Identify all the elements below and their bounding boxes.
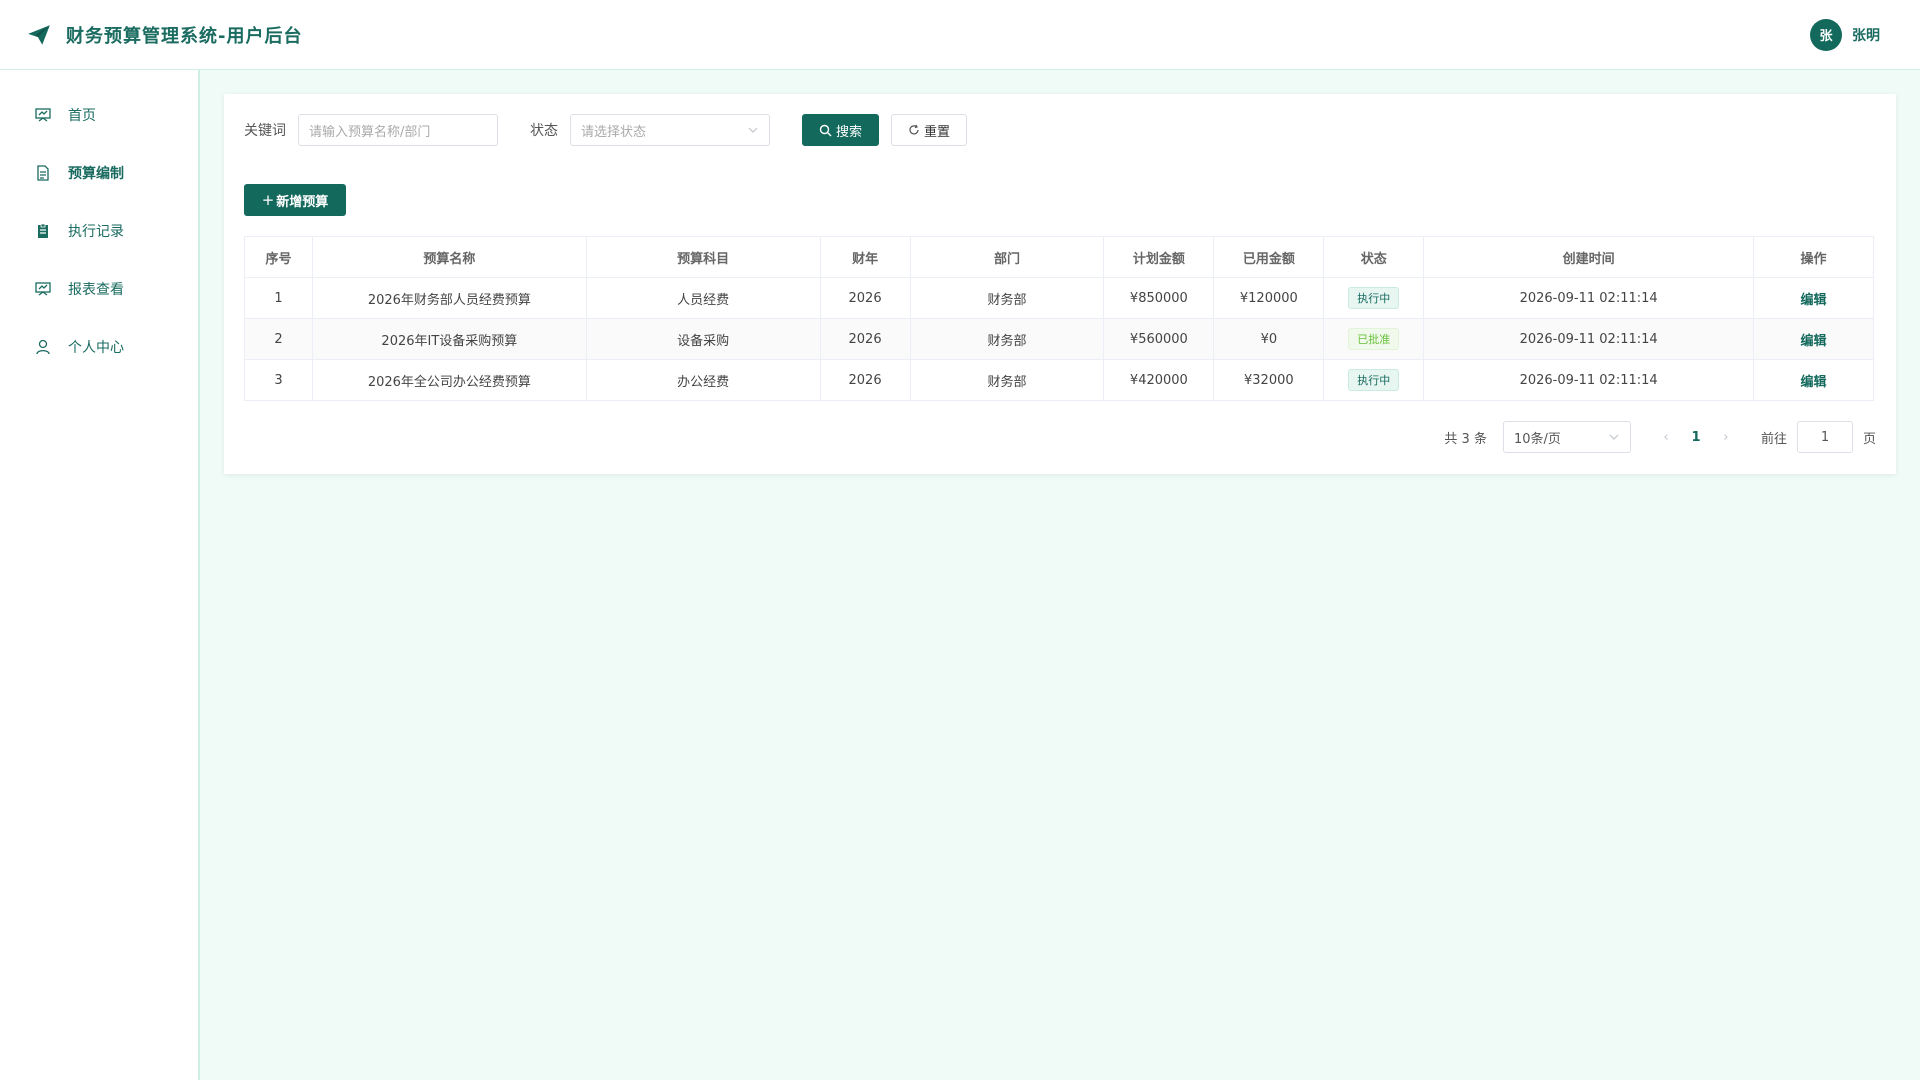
sidebar-item-label: 首页: [68, 108, 96, 124]
next-page-icon[interactable]: ›: [1711, 430, 1741, 445]
cell-dept: 财务部: [909, 277, 1105, 319]
cell-created: 2026-09-11 02:11:14: [1423, 359, 1755, 401]
app-title: 财务预算管理系统-用户后台: [66, 25, 303, 47]
sidebar-item-budget[interactable]: 预算编制: [0, 144, 198, 202]
status-badge: 已批准: [1348, 328, 1400, 350]
total-count: 共 3 条: [1444, 431, 1487, 447]
cell-name: 2026年全公司办公经费预算: [311, 359, 587, 401]
table-row: 2 2026年IT设备采购预算 设备采购 2026 财务部 ¥560000 ¥0…: [244, 318, 1874, 360]
goto-page-input[interactable]: 1: [1796, 421, 1853, 453]
keyword-placeholder: 请输入预算名称/部门: [309, 124, 431, 140]
sidebar-item-label: 个人中心: [68, 340, 124, 356]
sidebar-item-home[interactable]: 首页: [0, 86, 198, 144]
cell-name: 2026年财务部人员经费预算: [311, 277, 587, 319]
cell-subject: 设备采购: [585, 318, 821, 360]
search-icon: [819, 124, 832, 136]
refresh-icon: [909, 124, 919, 135]
table-header-row: 序号 预算名称 预算科目 财年 部门 计划金额 已用金额 状态 创建时间 操作: [244, 236, 1874, 278]
status-select[interactable]: 请选择状态: [570, 114, 770, 146]
clipboard-icon: [38, 223, 48, 238]
sidebar: 首页 预算编制 执行记录 报表查看 个人中心: [0, 70, 200, 1080]
page-size-select[interactable]: 10条/页: [1502, 421, 1631, 453]
chevron-down-icon: [1609, 434, 1619, 440]
cell-dept: 财务部: [909, 318, 1105, 360]
cell-plan: ¥420000: [1103, 359, 1215, 401]
username[interactable]: 张明: [1852, 25, 1880, 45]
user-menu[interactable]: 张 张明: [1810, 18, 1880, 51]
status-badge: 执行中: [1348, 287, 1400, 309]
cell-no: 1: [244, 277, 313, 319]
cell-plan: ¥560000: [1103, 318, 1215, 360]
column-header: 部门: [909, 236, 1105, 278]
reset-button[interactable]: 重置: [891, 114, 968, 146]
cell-no: 3: [244, 359, 313, 401]
cell-subject: 办公经费: [585, 359, 821, 401]
sidebar-item-label: 预算编制: [68, 166, 124, 182]
plus-icon: +: [261, 191, 275, 209]
top-header: 财务预算管理系统-用户后台 张 张明: [0, 0, 1920, 70]
goto-label: 前往: [1760, 431, 1787, 447]
cell-name: 2026年IT设备采购预算: [311, 318, 587, 360]
keyword-label: 关键词: [244, 123, 286, 139]
search-button[interactable]: 搜索: [802, 114, 880, 146]
status-badge: 执行中: [1348, 369, 1400, 391]
edit-link[interactable]: 编辑: [1801, 334, 1827, 349]
filter-bar: 关键词 请输入预算名称/部门 状态 请选择状态 搜索 重置: [244, 114, 1876, 146]
cell-plan: ¥850000: [1103, 277, 1215, 319]
table-row: 3 2026年全公司办公经费预算 办公经费 2026 财务部 ¥420000 ¥…: [244, 359, 1874, 401]
paper-plane-icon: [28, 24, 50, 45]
column-header: 操作: [1753, 236, 1874, 278]
page-number[interactable]: 1: [1681, 430, 1711, 445]
keyword-input[interactable]: 请输入预算名称/部门: [298, 114, 498, 146]
prev-page-icon[interactable]: ‹: [1651, 430, 1681, 445]
sidebar-item-profile[interactable]: 个人中心: [0, 318, 198, 376]
status-label: 状态: [530, 123, 558, 139]
sidebar-item-label: 报表查看: [68, 282, 124, 298]
goto-page-value: 1: [1820, 429, 1830, 445]
cell-year: 2026: [819, 277, 911, 319]
avatar[interactable]: 张: [1810, 18, 1842, 51]
edit-link[interactable]: 编辑: [1801, 293, 1827, 308]
dashboard-icon: [35, 108, 51, 122]
cell-created: 2026-09-11 02:11:14: [1423, 318, 1755, 360]
column-header: 已用金额: [1213, 236, 1325, 278]
cell-no: 2: [244, 318, 313, 360]
sidebar-item-records[interactable]: 执行记录: [0, 202, 198, 260]
add-budget-button[interactable]: + 新增预算: [244, 184, 346, 216]
pagination: 共 3 条 10条/页 ‹ 1 › 前往 1 页: [244, 421, 1876, 453]
budget-table: 序号 预算名称 预算科目 财年 部门 计划金额 已用金额 状态 创建时间 操作 …: [244, 236, 1874, 401]
column-header: 状态: [1323, 236, 1425, 278]
edit-link[interactable]: 编辑: [1801, 375, 1827, 390]
column-header: 计划金额: [1103, 236, 1215, 278]
search-button-label: 搜索: [836, 124, 863, 140]
cell-subject: 人员经费: [585, 277, 821, 319]
column-header: 财年: [819, 236, 911, 278]
cell-created: 2026-09-11 02:11:14: [1423, 277, 1755, 319]
column-header: 创建时间: [1423, 236, 1755, 278]
status-placeholder: 请选择状态: [581, 124, 647, 140]
chart-board-icon: [35, 282, 51, 296]
reset-button-label: 重置: [924, 124, 951, 140]
cell-used: ¥32000: [1213, 359, 1325, 401]
cell-year: 2026: [819, 359, 911, 401]
sidebar-item-reports[interactable]: 报表查看: [0, 260, 198, 318]
column-header: 预算科目: [585, 236, 821, 278]
user-icon: [36, 339, 50, 355]
content-card: 关键词 请输入预算名称/部门 状态 请选择状态 搜索 重置 + 新增预算 序号 …: [224, 94, 1896, 474]
page-size-value: 10条/页: [1513, 431, 1561, 447]
column-header: 预算名称: [311, 236, 587, 278]
cell-used: ¥120000: [1213, 277, 1325, 319]
cell-year: 2026: [819, 318, 911, 360]
table-row: 1 2026年财务部人员经费预算 人员经费 2026 财务部 ¥850000 ¥…: [244, 277, 1874, 319]
column-header: 序号: [244, 236, 313, 278]
add-budget-label: 新增预算: [276, 194, 329, 210]
document-icon: [37, 165, 49, 181]
sidebar-item-label: 执行记录: [68, 224, 124, 240]
chevron-down-icon: [748, 127, 758, 133]
cell-dept: 财务部: [909, 359, 1105, 401]
cell-used: ¥0: [1213, 318, 1325, 360]
page-suffix: 页: [1862, 431, 1876, 447]
